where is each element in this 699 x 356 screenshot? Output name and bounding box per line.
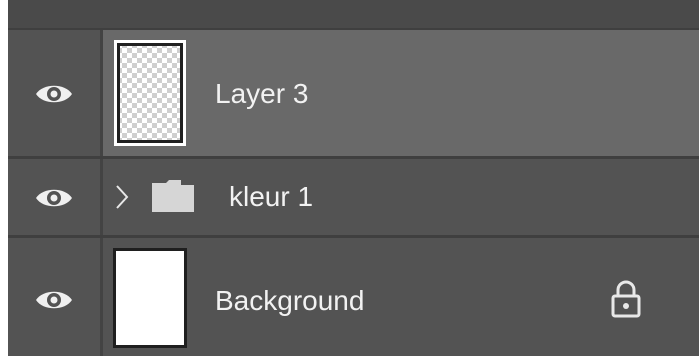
layer-row-layer-3[interactable]: Layer 3 xyxy=(8,30,699,159)
eye-icon[interactable] xyxy=(34,82,74,106)
eye-icon[interactable] xyxy=(34,288,74,312)
layer-name[interactable]: Background xyxy=(215,285,364,317)
layer-content-layer-3[interactable]: Layer 3 xyxy=(103,30,699,156)
layer-name[interactable]: kleur 1 xyxy=(229,181,313,213)
layer-name[interactable]: Layer 3 xyxy=(215,78,308,110)
layer-content-kleur-1[interactable]: kleur 1 xyxy=(103,159,699,235)
lock-icon[interactable] xyxy=(610,280,642,318)
visibility-toggle-background[interactable] xyxy=(8,238,103,356)
visibility-toggle-layer-3[interactable] xyxy=(8,30,103,156)
visibility-toggle-kleur-1[interactable] xyxy=(8,159,103,235)
eye-icon[interactable] xyxy=(34,186,74,210)
layer-thumbnail-transparent xyxy=(114,40,186,146)
layer-thumbnail-white xyxy=(113,248,187,348)
layer-row-kleur-1[interactable]: kleur 1 xyxy=(8,159,699,238)
layer-content-background[interactable]: Background xyxy=(103,238,699,356)
layer-row-background[interactable]: Background xyxy=(8,238,699,356)
layers-panel: Layer 3 kleur 1 Background xyxy=(8,0,699,356)
chevron-right-icon[interactable] xyxy=(115,184,129,210)
folder-icon xyxy=(152,180,194,212)
layers-panel-top-strip xyxy=(8,0,699,30)
